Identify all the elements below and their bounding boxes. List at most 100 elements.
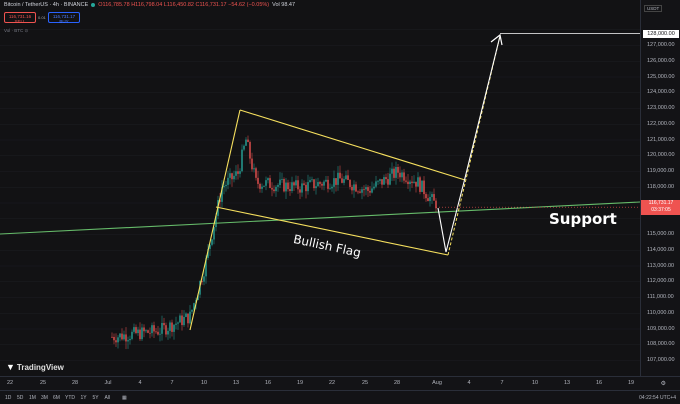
candle-body (123, 334, 125, 340)
candle-body (337, 172, 339, 185)
candle-body (245, 139, 247, 146)
price-axis-tick: 110,000.00 (647, 309, 675, 316)
candle-body (391, 168, 393, 174)
price-chart[interactable] (0, 0, 640, 376)
candle-body (129, 338, 131, 341)
time-axis-tick: 28 (393, 380, 401, 386)
candle-body (257, 177, 259, 184)
price-axis-tick: 126,000.00 (647, 57, 675, 64)
candle-body (269, 178, 271, 188)
candle-body (315, 186, 317, 189)
date-range-calendar-icon[interactable]: ▦ (122, 395, 127, 401)
candle-body (251, 158, 253, 170)
candle-body (153, 325, 155, 332)
time-axis-tick: 10 (200, 380, 208, 386)
candle-body (157, 331, 159, 335)
candle-body (407, 181, 409, 185)
candle-body (323, 181, 325, 186)
candle-body (289, 189, 291, 192)
candle-body (319, 182, 321, 184)
candle-body (151, 325, 153, 334)
volume-value: Vol 98.47 (272, 2, 296, 8)
candle-body (235, 171, 237, 176)
candle-body (353, 184, 355, 191)
candle-body (211, 239, 213, 245)
candle-body (259, 183, 261, 189)
candle-body (423, 180, 425, 195)
candle-body (415, 181, 417, 187)
candle-body (225, 184, 227, 187)
time-axis-tick: 7 (170, 380, 174, 386)
time-axis[interactable]: ⚙ 22 25 28 Jul 4 7 10 13 16 19 22 25 28 Aug 4 7 10 13 16 19 (0, 376, 680, 390)
candle-body (227, 177, 229, 185)
candle-body (383, 177, 385, 185)
price-axis-tick: 124,000.00 (647, 89, 675, 96)
price-axis[interactable]: USDT 127,000.00 126,000.00 125,000.00 124,0… (640, 0, 680, 376)
price-axis-tick: 120,000.00 (647, 152, 675, 159)
timeframe-button-all[interactable]: All (105, 395, 111, 401)
candle-body (189, 311, 191, 324)
candle-body (261, 186, 263, 189)
buy-button[interactable]: 116,731.17 BUY (48, 12, 80, 24)
candle-body (369, 190, 371, 193)
candle-body (295, 180, 297, 186)
candle-body (347, 175, 349, 180)
timeframe-button-6m[interactable]: 6M (53, 395, 60, 401)
candle-body (363, 189, 365, 191)
candle-body (111, 336, 113, 338)
target-arrow-head (490, 33, 503, 46)
settings-gear-icon[interactable]: ⚙ (661, 380, 666, 387)
candle-body (229, 173, 231, 178)
candle-body (373, 186, 375, 189)
candle-body (287, 182, 289, 190)
time-axis-tick: 7 (500, 380, 504, 386)
candle-body (121, 333, 123, 340)
tradingview-logo: ▼ TradingView (6, 362, 64, 372)
candle-body (395, 167, 397, 178)
candle-body (137, 329, 139, 334)
candle-body (265, 180, 267, 186)
symbol-title[interactable]: Bitcoin / TetherUS · 4h · BINANCE (4, 2, 88, 8)
sell-button[interactable]: 116,731.16 SELL (4, 12, 36, 24)
candle-body (167, 330, 169, 335)
time-axis-tick: 28 (71, 380, 79, 386)
candle-body (299, 189, 301, 193)
timeframe-button-1d[interactable]: 1D (5, 395, 11, 401)
candle-body (231, 173, 233, 180)
timeframe-button-5d[interactable]: 5D (17, 395, 23, 401)
time-axis-tick: Jul (104, 380, 112, 386)
utc-clock[interactable]: 04:22:54 UTC+4 (639, 395, 676, 401)
candle-body (117, 337, 119, 343)
candle-body (359, 191, 361, 193)
candle-body (413, 181, 415, 183)
candle-body (273, 189, 275, 192)
price-axis-tick: 115,000.00 (647, 231, 675, 237)
candle-countdown: 03:37:05 (651, 207, 671, 214)
candle-body (171, 322, 173, 332)
candle-body (401, 172, 403, 178)
time-axis-tick: 25 (39, 380, 47, 386)
candle-body (351, 186, 353, 191)
volume-indicator-row[interactable]: Vol · BTC ⊙ (4, 28, 28, 34)
candle-body (335, 178, 337, 185)
chart-area[interactable] (0, 0, 640, 376)
candle-body (429, 196, 431, 202)
candle-body (405, 180, 407, 182)
time-axis-tick: 4 (467, 380, 471, 386)
timeframe-button-3m[interactable]: 3M (41, 395, 48, 401)
candle-body (317, 182, 319, 187)
candle-body (379, 179, 381, 181)
timeframe-button-5y[interactable]: 5Y (93, 395, 99, 401)
candle-body (243, 145, 245, 150)
time-axis-tick: 13 (563, 380, 571, 386)
currency-selector[interactable]: USDT (644, 5, 663, 12)
price-axis-tick: 111,000.00 (647, 294, 674, 300)
candle-body (345, 175, 347, 180)
target-arrow-line (463, 35, 501, 183)
buy-price: 116,731.17 (52, 13, 76, 19)
timeframe-button-1y[interactable]: 1Y (81, 395, 87, 401)
timeframe-button-1m[interactable]: 1M (29, 395, 36, 401)
candle-body (175, 323, 177, 325)
timeframe-button-ytd[interactable]: YTD (65, 395, 75, 401)
candle-body (147, 330, 149, 333)
